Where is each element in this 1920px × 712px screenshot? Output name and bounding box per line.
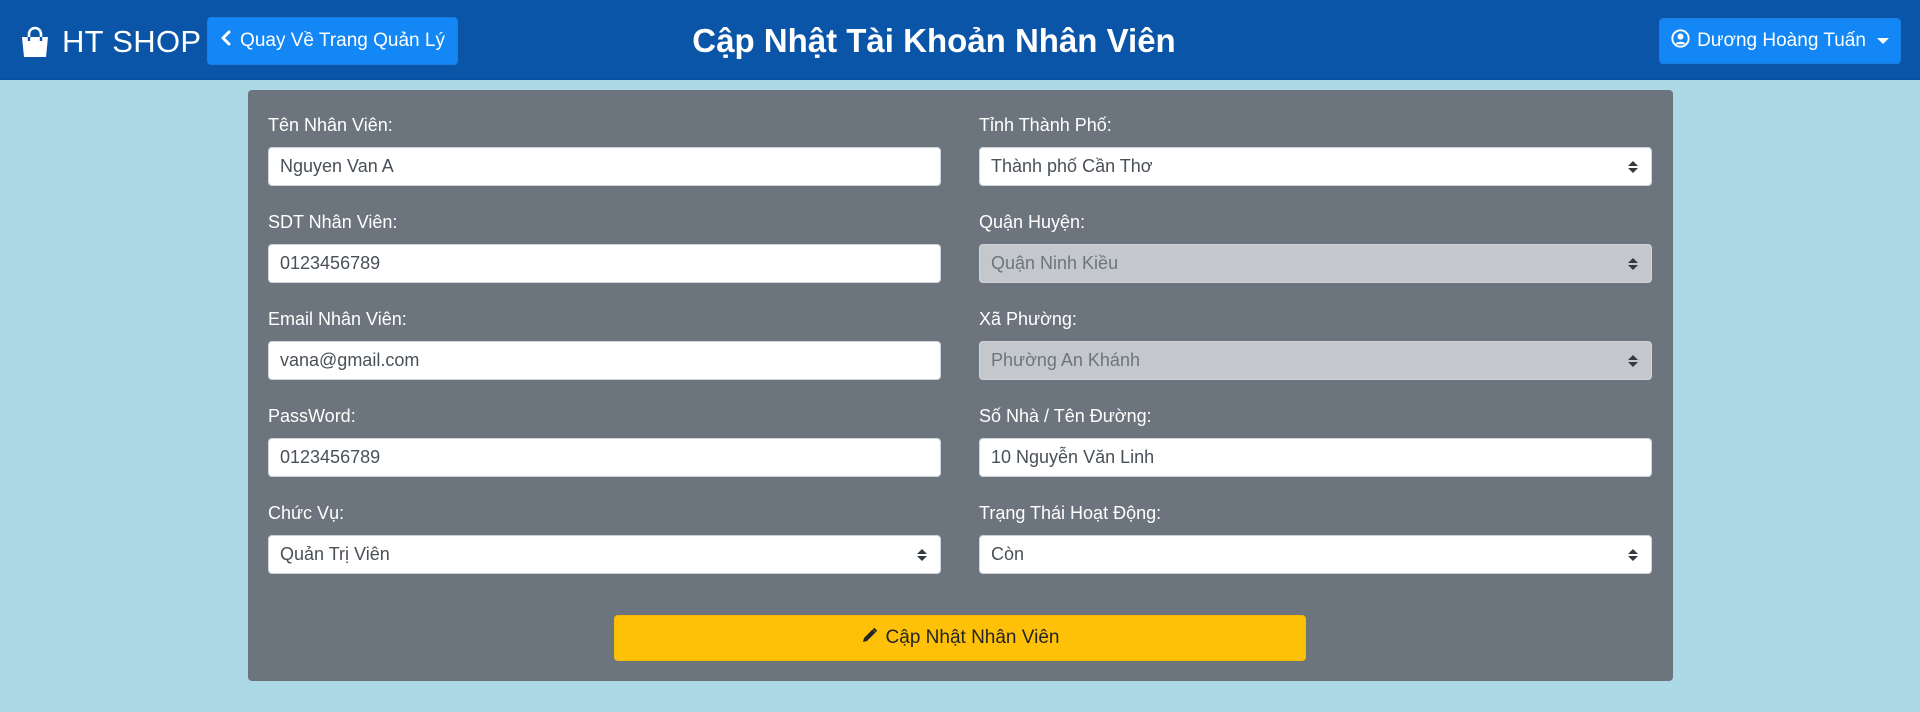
role-label: Chức Vụ: — [268, 503, 345, 523]
street-address-label: Số Nhà / Tên Đường: — [979, 406, 1152, 426]
role-select[interactable]: Quản Trị Viên — [268, 535, 941, 574]
province-label: Tỉnh Thành Phố: — [979, 115, 1112, 135]
status-group: Trạng Thái Hoạt Động: Còn — [979, 500, 1652, 574]
employee-phone-value: 0123456789 — [280, 253, 381, 273]
password-group: PassWord: 0123456789 — [268, 403, 941, 477]
employee-phone-label: SDT Nhân Viên: — [268, 212, 398, 232]
street-address-input[interactable]: 10 Nguyễn Văn Linh — [979, 438, 1652, 477]
street-address-group: Số Nhà / Tên Đường: 10 Nguyễn Văn Linh — [979, 403, 1652, 477]
province-group: Tỉnh Thành Phố: Thành phố Cần Thơ — [979, 112, 1652, 186]
employee-form-card: Tên Nhân Viên: Nguyen Van A SDT Nhân Viê… — [248, 90, 1673, 681]
select-arrows-icon — [1628, 160, 1638, 173]
user-circle-icon — [1671, 28, 1690, 54]
update-employee-label: Cập Nhật Nhân Viên — [885, 627, 1060, 648]
update-employee-button[interactable]: Cập Nhật Nhân Viên — [614, 615, 1306, 661]
caret-down-icon — [1876, 38, 1889, 44]
page-title: Cập Nhật Tài Khoản Nhân Viên — [692, 22, 1176, 59]
password-label: PassWord: — [268, 406, 356, 426]
ward-label: Xã Phường: — [979, 309, 1077, 329]
select-arrows-icon — [1628, 257, 1638, 270]
select-arrows-icon — [917, 548, 927, 561]
password-input[interactable]: 0123456789 — [268, 438, 941, 477]
district-value: Quận Ninh Kiều — [991, 253, 1119, 273]
employee-email-input[interactable]: vana@gmail.com — [268, 341, 941, 380]
status-select[interactable]: Còn — [979, 535, 1652, 574]
user-name: Dương Hoàng Tuấn — [1697, 30, 1866, 51]
province-select[interactable]: Thành phố Cần Thơ — [979, 147, 1652, 186]
role-value: Quản Trị Viên — [280, 544, 390, 564]
employee-name-input[interactable]: Nguyen Van A — [268, 147, 941, 186]
district-group: Quận Huyện: Quận Ninh Kiều — [979, 209, 1652, 283]
select-arrows-icon — [1628, 354, 1638, 367]
ward-group: Xã Phường: Phường An Khánh — [979, 306, 1652, 380]
employee-name-label: Tên Nhân Viên: — [268, 115, 393, 135]
employee-email-label: Email Nhân Viên: — [268, 309, 407, 329]
top-navbar: HT SHOP Quay Về Trang Quản Lý Cập Nhật T… — [0, 0, 1920, 80]
role-group: Chức Vụ: Quản Trị Viên — [268, 500, 941, 574]
employee-phone-input[interactable]: 0123456789 — [268, 244, 941, 283]
employee-email-value: vana@gmail.com — [280, 350, 420, 370]
street-address-value: 10 Nguyễn Văn Linh — [991, 447, 1155, 467]
employee-email-group: Email Nhân Viên: vana@gmail.com — [268, 306, 941, 380]
status-label: Trạng Thái Hoạt Động: — [979, 503, 1162, 523]
employee-phone-group: SDT Nhân Viên: 0123456789 — [268, 209, 941, 283]
select-arrows-icon — [1628, 548, 1638, 561]
employee-name-group: Tên Nhân Viên: Nguyen Van A — [268, 112, 941, 186]
pencil-icon — [861, 627, 878, 650]
district-label: Quận Huyện: — [979, 212, 1086, 232]
user-menu-button[interactable]: Dương Hoàng Tuấn — [1659, 18, 1901, 64]
password-value: 0123456789 — [280, 447, 381, 467]
district-select[interactable]: Quận Ninh Kiều — [979, 244, 1652, 283]
province-value: Thành phố Cần Thơ — [991, 156, 1153, 176]
ward-select[interactable]: Phường An Khánh — [979, 341, 1652, 380]
status-value: Còn — [991, 544, 1025, 564]
ward-value: Phường An Khánh — [991, 350, 1140, 370]
employee-name-value: Nguyen Van A — [280, 156, 394, 176]
